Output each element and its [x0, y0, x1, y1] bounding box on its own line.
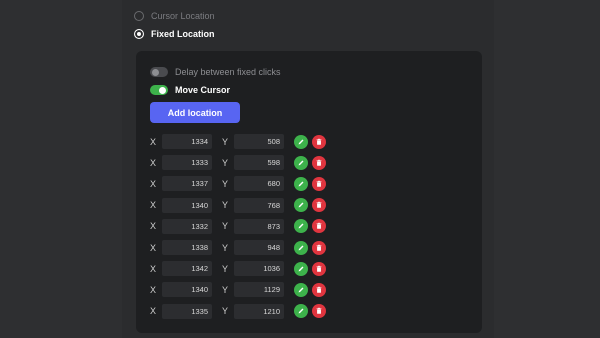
edit-location-button[interactable] — [294, 304, 308, 319]
pencil-icon — [298, 181, 304, 187]
pencil-icon — [298, 139, 304, 144]
trash-icon — [316, 159, 322, 166]
location-row: X 1337 Y 680 — [150, 175, 350, 192]
x-label: X — [150, 263, 157, 274]
x-coordinate-field[interactable]: 1333 — [162, 155, 212, 171]
y-coordinate-field[interactable]: 508 — [234, 134, 284, 149]
fixed-location-option[interactable]: Fixed Location — [134, 29, 215, 39]
delete-location-button[interactable] — [312, 155, 326, 170]
x-coordinate-field[interactable]: 1332 — [162, 218, 212, 234]
y-coordinate-field[interactable]: 598 — [234, 155, 284, 171]
move-cursor-toggle-row[interactable]: Move Cursor — [150, 85, 230, 95]
delete-location-button[interactable] — [312, 176, 326, 191]
delete-location-button[interactable] — [312, 282, 326, 297]
y-label: Y — [222, 157, 229, 168]
pencil-icon — [298, 245, 304, 250]
delete-location-button[interactable] — [312, 219, 326, 234]
location-row: X 1333 Y 598 — [150, 154, 350, 171]
y-coordinate-field[interactable]: 1129 — [234, 282, 284, 298]
toggle-knob — [159, 86, 166, 94]
y-label: Y — [222, 284, 229, 295]
trash-icon — [316, 180, 322, 187]
x-label: X — [150, 136, 157, 147]
y-label: Y — [222, 200, 229, 211]
edit-location-button[interactable] — [294, 240, 308, 255]
location-row: X 1340 Y 1129 — [150, 281, 350, 298]
location-row: X 1334 Y 508 — [150, 133, 350, 150]
x-coordinate-field[interactable]: 1340 — [162, 282, 212, 298]
cursor-location-radio[interactable] — [134, 11, 144, 21]
edit-location-button[interactable] — [294, 282, 308, 297]
edit-location-button[interactable] — [294, 219, 308, 234]
x-coordinate-field[interactable]: 1340 — [162, 197, 212, 213]
y-coordinate-field[interactable]: 768 — [234, 197, 284, 213]
x-coordinate-field[interactable]: 1338 — [162, 240, 212, 255]
delay-toggle[interactable] — [150, 67, 168, 77]
x-coordinate-field[interactable]: 1335 — [162, 303, 212, 319]
cursor-location-option[interactable]: Cursor Location — [134, 11, 215, 21]
fixed-location-radio[interactable] — [134, 29, 144, 39]
delete-location-button[interactable] — [312, 304, 326, 319]
edit-location-button[interactable] — [294, 261, 308, 276]
trash-icon — [316, 223, 322, 230]
y-coordinate-field[interactable]: 680 — [234, 176, 284, 192]
move-cursor-toggle-label: Move Cursor — [175, 85, 231, 95]
x-label: X — [150, 306, 157, 317]
add-location-button[interactable]: Add location — [150, 102, 240, 123]
trash-icon — [316, 201, 322, 208]
pencil-icon — [298, 202, 304, 208]
y-coordinate-field[interactable]: 1210 — [234, 303, 284, 319]
delay-toggle-label: Delay between fixed clicks — [175, 67, 281, 77]
location-row: X 1342 Y 1036 — [150, 260, 350, 277]
location-row: X 1340 Y 768 — [150, 197, 350, 214]
pencil-icon — [298, 223, 304, 229]
edit-location-button[interactable] — [294, 176, 308, 191]
y-label: Y — [222, 263, 229, 274]
delete-location-button[interactable] — [312, 261, 326, 276]
trash-icon — [316, 307, 322, 314]
y-label: Y — [222, 306, 229, 317]
toggle-knob — [152, 68, 159, 76]
pencil-icon — [298, 308, 304, 314]
location-row: X 1338 Y 948 — [150, 239, 350, 256]
x-label: X — [150, 221, 157, 232]
trash-icon — [316, 244, 322, 251]
fixed-location-panel: Delay between fixed clicks Move Cursor A… — [136, 51, 482, 333]
x-coordinate-field[interactable]: 1342 — [162, 261, 212, 277]
y-coordinate-field[interactable]: 948 — [234, 240, 284, 255]
location-row: X 1332 Y 873 — [150, 218, 350, 235]
delay-toggle-row[interactable]: Delay between fixed clicks — [150, 67, 281, 77]
trash-icon — [316, 138, 322, 145]
x-label: X — [150, 284, 157, 295]
delete-location-button[interactable] — [312, 240, 326, 255]
edit-location-button[interactable] — [294, 155, 308, 170]
trash-icon — [316, 265, 322, 272]
y-label: Y — [222, 221, 229, 232]
x-coordinate-field[interactable]: 1337 — [162, 176, 212, 192]
pencil-icon — [298, 287, 304, 293]
location-row: X 1335 Y 1210 — [150, 303, 350, 320]
pencil-icon — [298, 160, 304, 166]
y-label: Y — [222, 242, 229, 253]
delete-location-button[interactable] — [312, 134, 326, 149]
fixed-location-label: Fixed Location — [151, 29, 215, 39]
x-label: X — [150, 157, 157, 168]
pencil-icon — [298, 266, 304, 272]
y-coordinate-field[interactable]: 1036 — [234, 261, 284, 277]
delete-location-button[interactable] — [312, 198, 326, 213]
y-label: Y — [222, 178, 229, 189]
trash-icon — [316, 286, 322, 293]
x-label: X — [150, 178, 157, 189]
y-coordinate-field[interactable]: 873 — [234, 218, 284, 234]
y-label: Y — [222, 136, 229, 147]
edit-location-button[interactable] — [294, 134, 308, 149]
x-coordinate-field[interactable]: 1334 — [162, 134, 212, 149]
move-cursor-toggle[interactable] — [150, 85, 168, 95]
edit-location-button[interactable] — [294, 198, 308, 213]
cursor-location-label: Cursor Location — [151, 11, 215, 21]
x-label: X — [150, 242, 157, 253]
x-label: X — [150, 200, 157, 211]
